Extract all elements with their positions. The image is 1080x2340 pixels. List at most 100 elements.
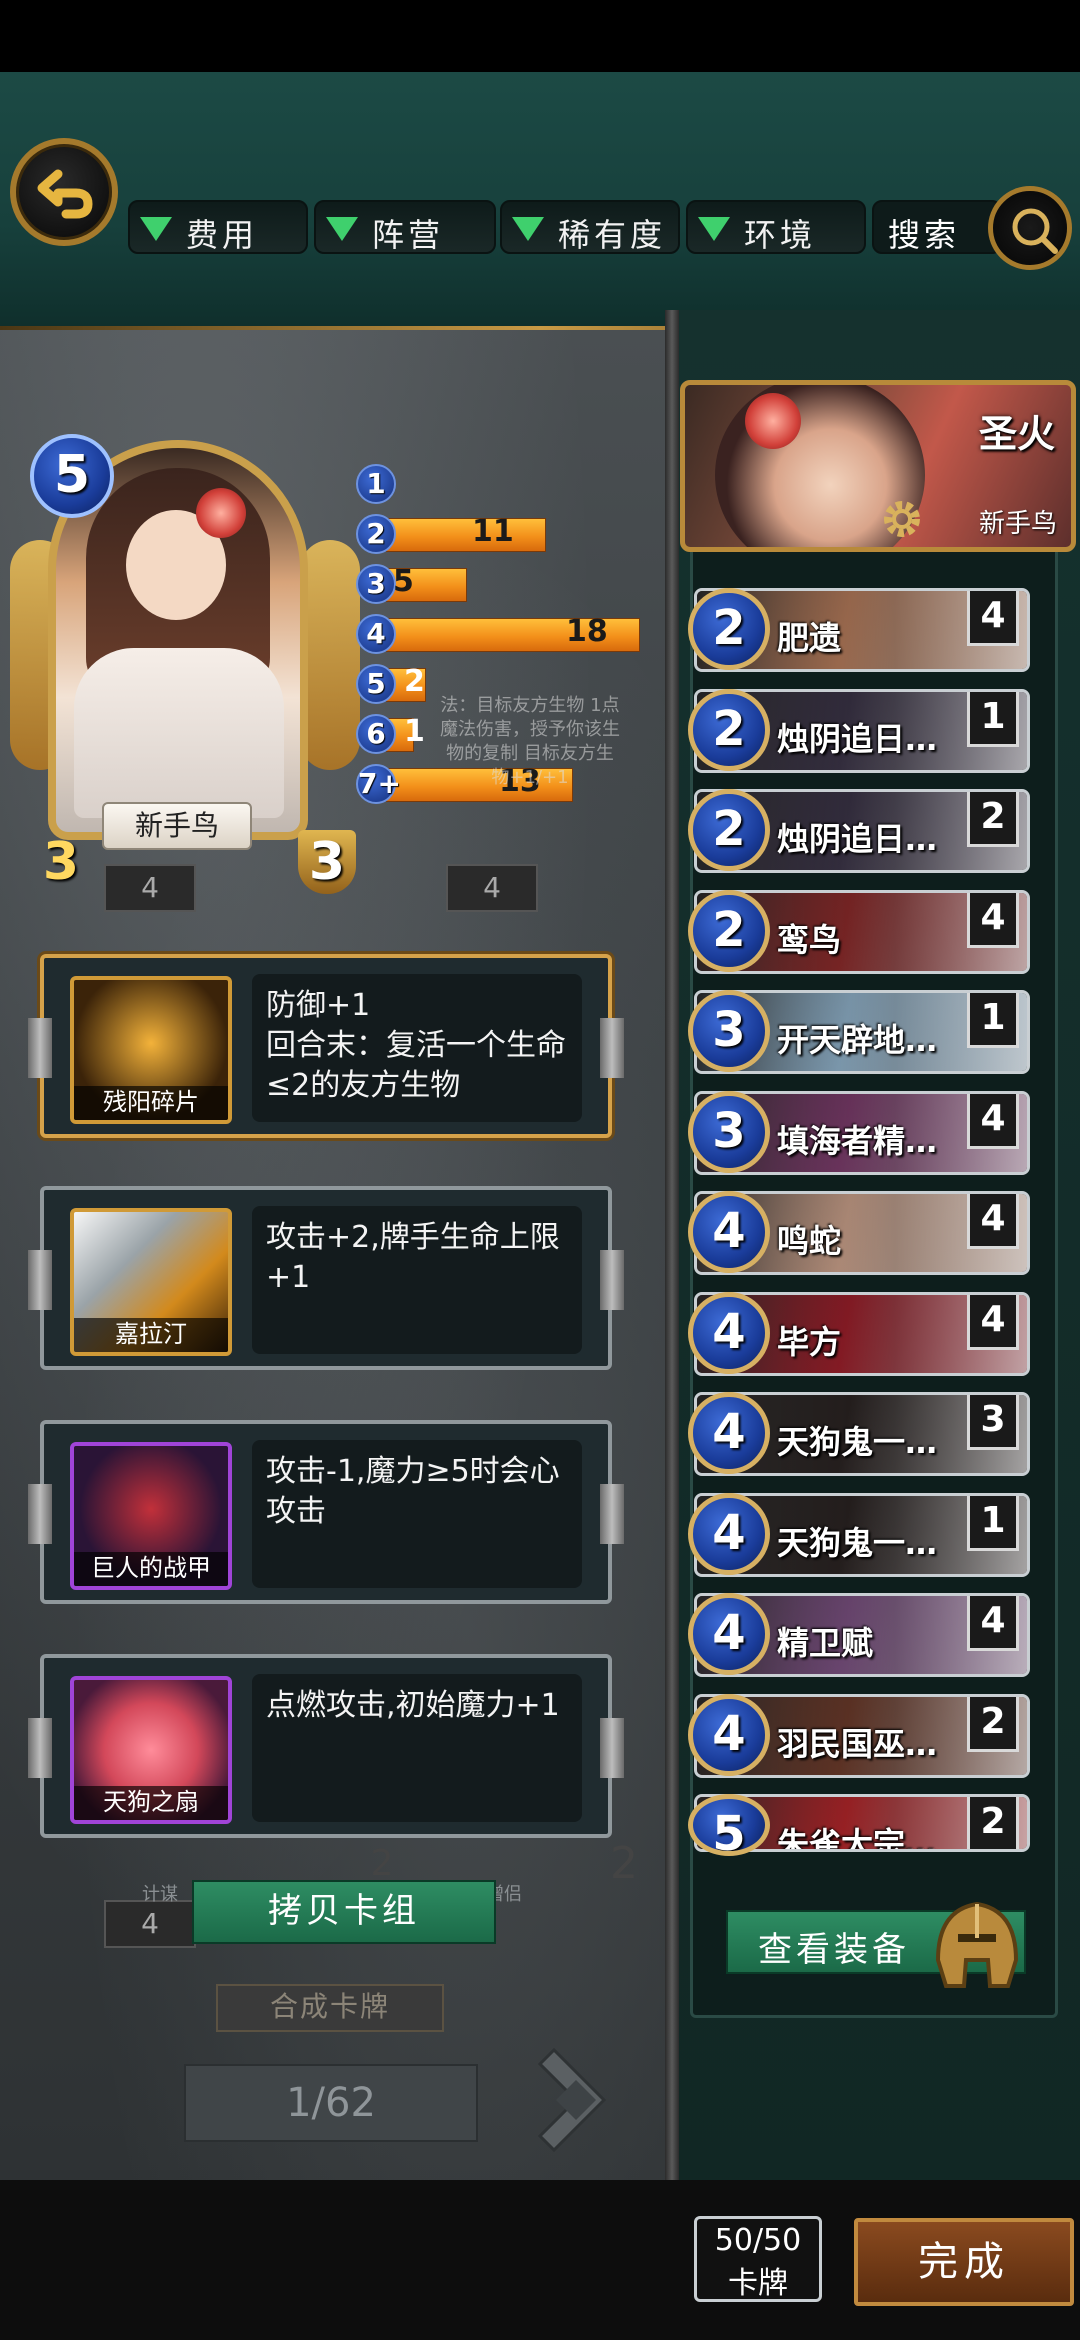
faction-label: 计谋 xyxy=(142,1884,178,1905)
panel-divider xyxy=(665,310,679,2190)
mana-curve-row: 4 18 xyxy=(356,614,656,654)
equipment-item[interactable]: 天狗之扇 点燃攻击,初始魔力+1 xyxy=(28,1654,624,1838)
deck-card-name: 烛阴追日… xyxy=(777,820,938,858)
mana-cost-gem: 2 xyxy=(356,514,396,554)
status-bar xyxy=(0,0,1080,72)
deck-card-name: 羽民国巫… xyxy=(777,1725,938,1763)
deck-card-count: 4 xyxy=(967,893,1019,948)
equipment-thumb: 嘉拉汀 xyxy=(70,1208,232,1356)
deck-card-cost-gem: 3 xyxy=(688,990,770,1072)
hero-subtitle: 新手鸟 xyxy=(978,509,1057,539)
mana-cost-gem: 1 xyxy=(356,464,396,504)
deck-card-cost-gem: 5 xyxy=(688,1794,770,1856)
deck-card-count: 2 xyxy=(967,1697,1019,1752)
craft-card-button[interactable]: 合成卡牌 xyxy=(216,1984,444,2032)
card-under-tag: 4 xyxy=(446,864,538,912)
deck-count: 50/50 卡牌 xyxy=(694,2216,822,2302)
deck-card-cost-gem: 4 xyxy=(688,1593,770,1675)
filter-faction[interactable]: 阵营 xyxy=(314,200,496,254)
back-button[interactable] xyxy=(10,138,118,246)
equipment-desc: 攻击-1,魔力≥5时会心攻击 xyxy=(252,1440,582,1588)
deck-card-name: 填海者精… xyxy=(777,1122,938,1160)
equipment-name: 天狗之扇 xyxy=(74,1786,228,1820)
deck-card-cost-gem: 2 xyxy=(688,588,770,670)
deck-card-name: 肥遗 xyxy=(777,619,842,657)
equipment-item[interactable]: 嘉拉汀 攻击+2,牌手生命上限+1 xyxy=(28,1186,624,1370)
back-arrow-icon xyxy=(37,169,93,219)
equipment-thumb: 巨人的战甲 xyxy=(70,1442,232,1590)
hero-name: 圣火 xyxy=(978,412,1055,456)
filter-label: 环境 xyxy=(744,216,817,254)
mana-curve-row: 2 11 xyxy=(356,514,656,554)
equipment-name: 巨人的战甲 xyxy=(74,1552,228,1586)
hero-card[interactable]: 圣火 新手鸟 xyxy=(680,380,1076,552)
deck-count-value: 50/50 xyxy=(714,2223,802,2258)
gear-icon[interactable] xyxy=(880,497,924,541)
filter-label: 费用 xyxy=(186,216,259,254)
equipment-desc: 攻击+2,牌手生命上限+1 xyxy=(252,1206,582,1354)
page-indicator: 1/62 xyxy=(184,2064,478,2142)
mana-cost-gem: 5 xyxy=(356,664,396,704)
dropdown-triangle-icon xyxy=(326,217,358,241)
equipment-desc: 点燃攻击,初始魔力+1 xyxy=(252,1674,582,1822)
search-button[interactable] xyxy=(988,186,1072,270)
card-text-faint: 法：目标友方生物 1点魔法伤害，授予你该生物的复制 目标友方生物+1/+1 xyxy=(440,695,620,788)
mana-curve-count: 5 xyxy=(393,564,414,599)
equipment-name: 残阳碎片 xyxy=(74,1086,228,1120)
equipment-thumb: 天狗之扇 xyxy=(70,1676,232,1824)
done-button[interactable]: 完成 xyxy=(854,2218,1074,2306)
magnifier-icon xyxy=(1012,208,1058,254)
deck-card-count: 1 xyxy=(967,1496,1019,1551)
card-health: 3 xyxy=(298,830,356,894)
deck-card-count: 1 xyxy=(967,692,1019,747)
deck-card-count: 2 xyxy=(967,792,1019,847)
deck-count-label: 卡牌 xyxy=(728,2266,788,2301)
deck-card-count: 4 xyxy=(967,1194,1019,1249)
mana-cost-gem: 7+ xyxy=(356,764,401,804)
card-name: 新手鸟 xyxy=(102,802,252,850)
copy-deck-button[interactable]: 拷贝卡组 xyxy=(192,1880,496,1944)
mana-curve-count: 11 xyxy=(472,514,514,549)
filter-cost[interactable]: 费用 xyxy=(128,200,308,254)
deck-card-name: 毕方 xyxy=(777,1323,842,1361)
mana-curve-row: 1 xyxy=(356,464,656,504)
deck-card-cost-gem: 2 xyxy=(688,789,770,871)
deck-card-count: 4 xyxy=(967,591,1019,646)
card-under-tag: 2 xyxy=(610,1838,638,1889)
mana-curve-count: 18 xyxy=(566,614,608,649)
helmet-icon xyxy=(935,1901,1019,1988)
next-page-arrow-icon[interactable] xyxy=(520,2040,620,2160)
deck-card-count: 4 xyxy=(967,1596,1019,1651)
equipment-name: 嘉拉汀 xyxy=(74,1318,228,1352)
deck-card-count: 1 xyxy=(967,993,1019,1048)
deck-card-count: 4 xyxy=(967,1295,1019,1350)
mana-curve-bar xyxy=(386,518,546,552)
deck-card-count: 2 xyxy=(967,1797,1019,1849)
dropdown-triangle-icon xyxy=(512,217,544,241)
deck-card-name: 开天辟地… xyxy=(777,1021,938,1059)
card-under-tag: 4 xyxy=(104,1900,196,1948)
view-equipment-label: 查看装备 xyxy=(758,1930,910,1970)
filter-rarity[interactable]: 稀有度 xyxy=(500,200,680,254)
filter-environment[interactable]: 环境 xyxy=(686,200,866,254)
mana-cost-gem: 4 xyxy=(356,614,396,654)
mana-curve-count: 2 xyxy=(404,664,425,699)
search-label: 搜索 xyxy=(888,216,961,254)
deck-card-name: 朱雀大宗… xyxy=(777,1825,938,1852)
equipment-thumb: 残阳碎片 xyxy=(70,976,232,1124)
deck-card-cost-gem: 4 xyxy=(688,1392,770,1474)
mana-cost-gem: 3 xyxy=(356,564,396,604)
deck-card-cost-gem: 4 xyxy=(688,1191,770,1273)
equipment-item[interactable]: 巨人的战甲 攻击-1,魔力≥5时会心攻击 xyxy=(28,1420,624,1604)
deck-card-count: 3 xyxy=(967,1395,1019,1450)
mana-curve-count: 1 xyxy=(404,714,425,749)
deck-card-cost-gem: 2 xyxy=(688,890,770,972)
card-preview[interactable]: 5 新手鸟 3 3 xyxy=(10,420,360,900)
search-input[interactable]: 搜索 xyxy=(872,200,1002,254)
dropdown-triangle-icon xyxy=(698,217,730,241)
deck-card-name: 烛阴追日… xyxy=(777,720,938,758)
dropdown-triangle-icon xyxy=(140,217,172,241)
equipment-item[interactable]: 残阳碎片 防御+1 回合末：复活一个生命≤2的友方生物 xyxy=(28,954,624,1138)
deck-card-cost-gem: 4 xyxy=(688,1694,770,1776)
filter-label: 稀有度 xyxy=(558,216,667,254)
